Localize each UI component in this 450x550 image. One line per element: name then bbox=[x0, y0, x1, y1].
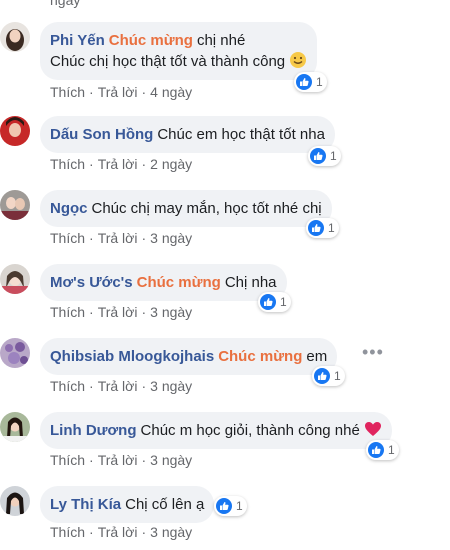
comment-tag[interactable]: Chúc mừng bbox=[109, 32, 193, 49]
comment-actions: Thích · Trả lời · 4 ngày bbox=[50, 84, 193, 100]
comment-author[interactable]: Qhibsiab Mloogkojhais bbox=[50, 348, 214, 365]
like-count: 1 bbox=[334, 369, 341, 383]
comment-author[interactable]: Phi Yến bbox=[50, 32, 105, 49]
comment-bubble: Ngọc Chúc chị may mắn, học tốt nhé chị bbox=[40, 190, 332, 227]
like-count: 1 bbox=[280, 295, 287, 309]
comment-time[interactable]: 3 ngày bbox=[150, 230, 192, 246]
comment-actions: Thích · Trả lời · 3 ngày bbox=[50, 524, 193, 540]
comment-time[interactable]: 3 ngày bbox=[150, 304, 192, 320]
smile-emoji-icon bbox=[290, 52, 307, 68]
like-icon bbox=[296, 74, 312, 90]
reaction-count[interactable]: 1 bbox=[366, 440, 399, 460]
comment-text: em bbox=[306, 348, 328, 365]
like-icon bbox=[314, 368, 330, 384]
comment-author[interactable]: Ly Thị Kía bbox=[50, 496, 121, 513]
like-count: 1 bbox=[388, 443, 395, 457]
avatar[interactable] bbox=[0, 116, 30, 146]
like-button[interactable]: Thích bbox=[50, 524, 85, 540]
reaction-count[interactable]: 1 bbox=[308, 146, 341, 166]
like-count: 1 bbox=[316, 75, 323, 89]
comment-bubble: Qhibsiab Mloogkojhais Chúc mừng em bbox=[40, 338, 338, 375]
comment-time[interactable]: 4 ngày bbox=[150, 84, 192, 100]
like-icon bbox=[368, 442, 384, 458]
comment-bubble: Phi Yến Chúc mừng chị nhé Chúc chị học thậ… bbox=[40, 22, 318, 80]
like-count: 1 bbox=[236, 499, 243, 513]
avatar[interactable] bbox=[0, 264, 30, 294]
comment-text: Chúc m học giỏi, thành công nhé bbox=[140, 422, 360, 439]
comment-bubble: Ly Thị Kía Chị cố lên ạ bbox=[40, 486, 215, 523]
comment-author[interactable]: Linh Dương bbox=[50, 422, 137, 439]
comment-bubble: Linh Dương Chúc m học giỏi, thành công nh… bbox=[40, 412, 392, 449]
avatar[interactable] bbox=[0, 190, 30, 220]
previous-comment-time: ngày bbox=[50, 0, 81, 8]
comment-item: Linh Dương Chúc m học giỏi, thành công nh… bbox=[0, 412, 450, 486]
reply-button[interactable]: Trả lời bbox=[98, 230, 138, 246]
like-button[interactable]: Thích bbox=[50, 156, 85, 172]
comment-time[interactable]: 3 ngày bbox=[150, 452, 192, 468]
comment-time[interactable]: 2 ngày bbox=[150, 156, 192, 172]
comment-bubble: Dấu Son Hồng Chúc em học thật tốt nha bbox=[40, 116, 335, 153]
like-button[interactable]: Thích bbox=[50, 378, 85, 394]
like-icon bbox=[310, 148, 326, 164]
reaction-count[interactable]: 1 bbox=[294, 72, 327, 92]
comment-text: Chị nha bbox=[224, 274, 277, 291]
avatar[interactable] bbox=[0, 338, 30, 368]
comment-actions: Thích · Trả lời · 3 ngày bbox=[50, 378, 193, 394]
reaction-count[interactable]: 1 bbox=[306, 218, 339, 238]
avatar[interactable] bbox=[0, 412, 30, 442]
like-icon bbox=[308, 220, 324, 236]
reaction-count[interactable]: 1 bbox=[312, 366, 345, 386]
more-options-icon[interactable]: ••• bbox=[362, 342, 384, 363]
like-button[interactable]: Thích bbox=[50, 84, 85, 100]
heart-emoji-icon bbox=[365, 422, 381, 436]
like-count: 1 bbox=[328, 221, 335, 235]
like-button[interactable]: Thích bbox=[50, 304, 85, 320]
comment-text: chị nhé bbox=[196, 32, 246, 49]
like-icon bbox=[260, 294, 276, 310]
like-icon bbox=[216, 498, 232, 514]
like-count: 1 bbox=[330, 149, 337, 163]
like-button[interactable]: Thích bbox=[50, 230, 85, 246]
reaction-count[interactable]: 1 bbox=[214, 496, 247, 516]
comment-text-line2: Chúc chị học thật tốt và thành công bbox=[50, 53, 286, 70]
reply-button[interactable]: Trả lời bbox=[98, 524, 138, 540]
reply-button[interactable]: Trả lời bbox=[98, 84, 138, 100]
comment-actions: Thích · Trả lời · 3 ngày bbox=[50, 230, 193, 246]
comment-tag[interactable]: Chúc mừng bbox=[137, 274, 221, 291]
comment-text: Chúc em học thật tốt nha bbox=[157, 126, 325, 143]
comment-item: Ly Thị Kía Chị cố lên ạ 1 Thích · Trả lời · 3… bbox=[0, 486, 450, 550]
like-button[interactable]: Thích bbox=[50, 452, 85, 468]
comment-time[interactable]: 3 ngày bbox=[150, 378, 192, 394]
avatar[interactable] bbox=[0, 22, 30, 52]
comment-tag[interactable]: Chúc mừng bbox=[218, 348, 302, 365]
comment-text: Chị cố lên ạ bbox=[125, 496, 205, 513]
avatar[interactable] bbox=[0, 486, 30, 516]
previous-comment-meta: ngày bbox=[50, 0, 80, 8]
comment-item: Dấu Son Hồng Chúc em học thật tốt nha 1 T… bbox=[0, 116, 450, 190]
comment-text: Chúc chị may mắn, học tốt nhé chị bbox=[91, 200, 322, 217]
comment-item: Mơ's Ước's Chúc mừng Chị nha 1 Thích · Trả l… bbox=[0, 264, 450, 338]
comment-actions: Thích · Trả lời · 3 ngày bbox=[50, 452, 193, 468]
comment-author[interactable]: Mơ's Ước's bbox=[50, 274, 133, 291]
comment-author[interactable]: Dấu Son Hồng bbox=[50, 126, 153, 143]
reply-button[interactable]: Trả lời bbox=[98, 156, 138, 172]
comment-actions: Thích · Trả lời · 2 ngày bbox=[50, 156, 193, 172]
reply-button[interactable]: Trả lời bbox=[98, 304, 138, 320]
reply-button[interactable]: Trả lời bbox=[98, 452, 138, 468]
comment-item: Ngọc Chúc chị may mắn, học tốt nhé chị 1 … bbox=[0, 190, 450, 264]
reaction-count[interactable]: 1 bbox=[258, 292, 291, 312]
comment-item: Qhibsiab Mloogkojhais Chúc mừng em ••• 1 T… bbox=[0, 338, 450, 412]
comment-actions: Thích · Trả lời · 3 ngày bbox=[50, 304, 193, 320]
comment-item: Phi Yến Chúc mừng chị nhé Chúc chị học thậ… bbox=[0, 18, 450, 100]
comment-author[interactable]: Ngọc bbox=[50, 200, 88, 217]
comment-bubble: Mơ's Ước's Chúc mừng Chị nha bbox=[40, 264, 287, 301]
comment-time[interactable]: 3 ngày bbox=[150, 524, 192, 540]
reply-button[interactable]: Trả lời bbox=[98, 378, 138, 394]
